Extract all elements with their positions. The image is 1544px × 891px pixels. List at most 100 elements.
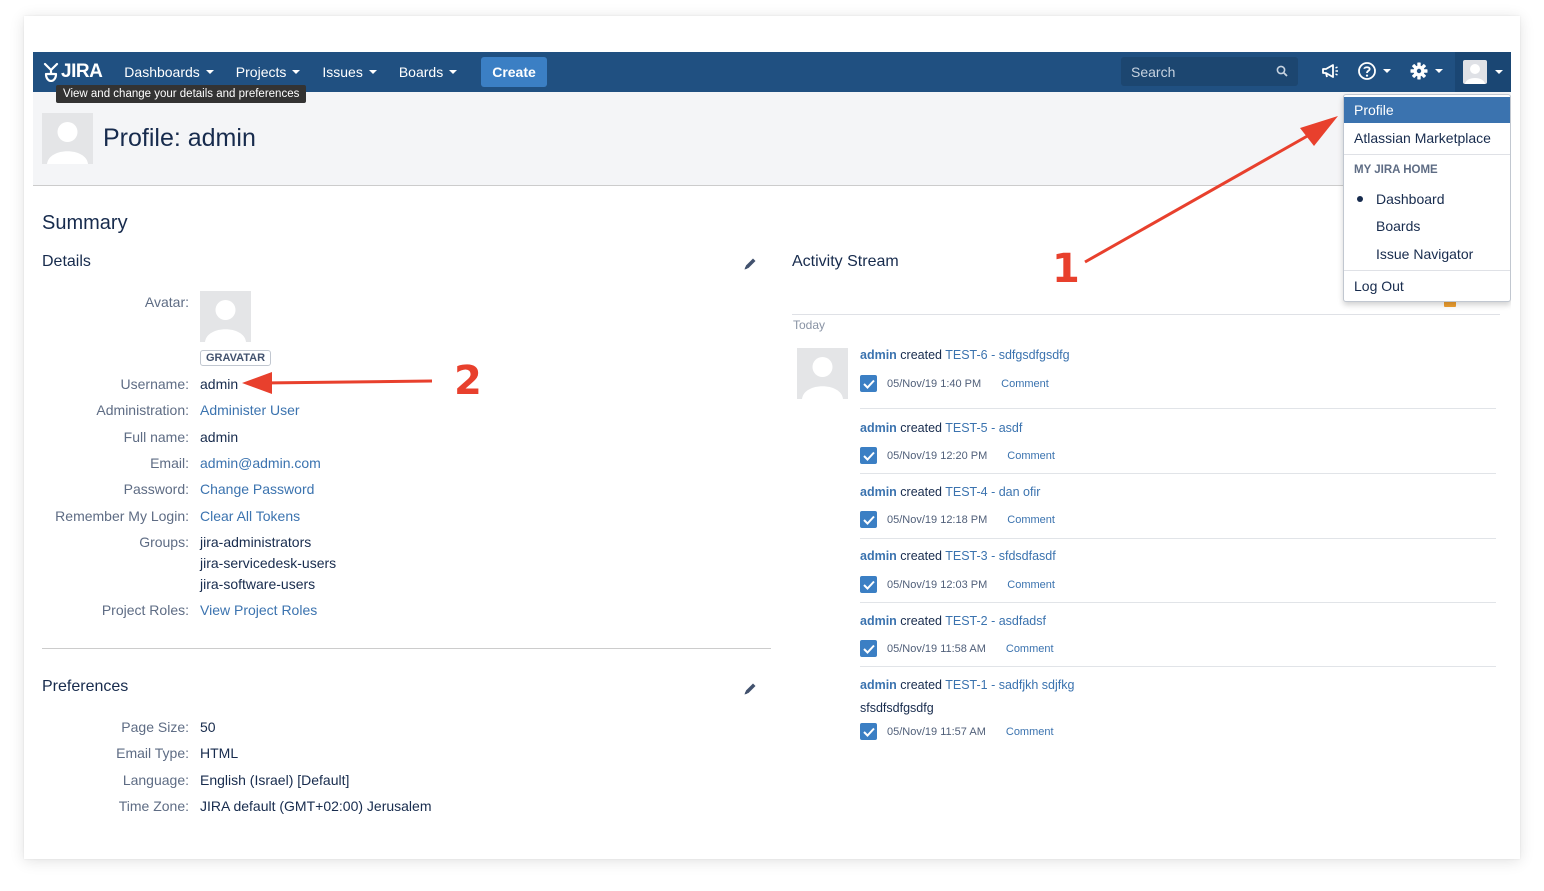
menu-item-atlassian-marketplace[interactable]: Atlassian Marketplace xyxy=(1344,125,1510,151)
create-button[interactable]: Create xyxy=(481,57,547,87)
activity-verb: created xyxy=(900,614,942,628)
edit-preferences-pencil-icon[interactable] xyxy=(742,681,758,697)
activity-user-link[interactable]: admin xyxy=(860,348,897,362)
jira-logo[interactable]: JIRA xyxy=(43,61,103,83)
activity-entry: admin created TEST-3 - sfdsdfasdf xyxy=(860,549,1056,563)
activity-user-link[interactable]: admin xyxy=(860,549,897,563)
time-zone-label: Time Zone: xyxy=(118,798,189,814)
annotation-number-1: 1 xyxy=(1052,246,1080,292)
nav-projects[interactable]: Projects xyxy=(236,64,301,80)
chevron-down-icon xyxy=(1495,70,1503,74)
chevron-down-icon xyxy=(1383,69,1391,73)
search-box xyxy=(1121,57,1298,86)
gravatar-badge[interactable]: GRAVATAR xyxy=(200,350,272,366)
nav-boards[interactable]: Boards xyxy=(398,64,458,80)
menu-separator xyxy=(1344,154,1510,155)
activity-user-link[interactable]: admin xyxy=(860,678,897,692)
user-menu-button[interactable] xyxy=(1455,52,1511,92)
activity-issue-link[interactable]: TEST-3 - sfdsdfasdf xyxy=(945,549,1055,563)
comment-link[interactable]: Comment xyxy=(1001,378,1049,390)
activity-issue-link[interactable]: TEST-6 - sdfgsdfgsdfg xyxy=(945,348,1069,362)
nav-boards-label: Boards xyxy=(398,64,444,80)
menu-item-dashboard-label: Dashboard xyxy=(1376,191,1445,207)
language-label: Language: xyxy=(122,772,189,788)
profile-header: Profile: admin xyxy=(33,92,1511,186)
activity-separator xyxy=(860,538,1496,539)
avatar xyxy=(1463,60,1487,84)
activity-entry: admin created TEST-2 - asdfadsf xyxy=(860,614,1046,628)
activity-issue-link[interactable]: TEST-5 - asdf xyxy=(945,421,1022,435)
comment-link[interactable]: Comment xyxy=(1006,726,1054,738)
task-checkbox-icon xyxy=(860,511,877,528)
settings-menu[interactable] xyxy=(1409,61,1443,81)
nav-dashboards[interactable]: Dashboards xyxy=(124,64,214,80)
my-jira-home-heading: MY JIRA HOME xyxy=(1354,164,1438,176)
menu-item-issue-navigator[interactable]: Issue Navigator xyxy=(1344,241,1510,267)
comment-link[interactable]: Comment xyxy=(1007,450,1055,462)
email-link[interactable]: admin@admin.com xyxy=(200,455,321,471)
activity-description: sfsdfsdfgsdfg xyxy=(860,701,934,715)
nav-issues[interactable]: Issues xyxy=(322,64,377,80)
activity-meta: 05/Nov/19 11:57 AM Comment xyxy=(860,723,1054,740)
activity-divider xyxy=(792,314,1500,315)
menu-item-log-out[interactable]: Log Out xyxy=(1344,273,1510,299)
activity-avatar xyxy=(797,348,848,399)
profile-avatar xyxy=(42,113,93,164)
activity-timestamp: 05/Nov/19 1:40 PM xyxy=(887,377,982,390)
help-menu[interactable] xyxy=(1357,61,1391,81)
activity-meta: 05/Nov/19 11:58 AM Comment xyxy=(860,640,1054,657)
comment-link[interactable]: Comment xyxy=(1007,514,1055,526)
user-placeholder-icon xyxy=(1465,64,1485,84)
search-icon[interactable] xyxy=(1276,65,1288,77)
activity-meta: 05/Nov/19 1:40 PM Comment xyxy=(860,375,1049,392)
menu-item-dashboard[interactable]: Dashboard xyxy=(1344,186,1510,212)
details-heading: Details xyxy=(42,253,91,270)
menu-item-profile[interactable]: Profile xyxy=(1344,97,1510,123)
page-title: Profile: admin xyxy=(103,124,256,152)
administer-user-link[interactable]: Administer User xyxy=(200,402,300,418)
comment-link[interactable]: Comment xyxy=(1007,579,1055,591)
avatar-label: Avatar: xyxy=(144,294,189,310)
activity-verb: created xyxy=(900,421,942,435)
page-size-label: Page Size: xyxy=(121,719,189,735)
chevron-down-icon xyxy=(205,70,214,74)
nav-dashboards-label: Dashboards xyxy=(124,64,200,80)
change-password-link[interactable]: Change Password xyxy=(200,481,314,497)
menu-item-boards[interactable]: Boards xyxy=(1344,213,1510,239)
activity-entry: admin created TEST-5 - asdf xyxy=(860,421,1022,435)
avatar-tooltip: View and change your details and prefere… xyxy=(56,85,307,103)
menu-separator xyxy=(1344,270,1510,271)
today-label: Today xyxy=(793,318,826,332)
feedback-megaphone-icon[interactable] xyxy=(1320,61,1340,81)
user-placeholder-icon xyxy=(47,122,88,164)
activity-user-link[interactable]: admin xyxy=(860,421,897,435)
activity-timestamp: 05/Nov/19 12:20 PM xyxy=(887,449,988,462)
password-label: Password: xyxy=(123,481,189,497)
jira-app: JIRA Dashboards Projects Issues Boards C… xyxy=(33,52,1511,842)
annotation-number-2: 2 xyxy=(454,358,482,404)
activity-entry: admin created TEST-4 - dan ofir xyxy=(860,485,1040,499)
activity-verb: created xyxy=(900,485,942,499)
activity-issue-link[interactable]: TEST-4 - dan ofir xyxy=(945,485,1040,499)
chevron-down-icon xyxy=(292,70,301,74)
activity-issue-link[interactable]: TEST-1 - sadfjkh sdjfkg xyxy=(945,678,1074,692)
activity-user-link[interactable]: admin xyxy=(860,485,897,499)
activity-issue-link[interactable]: TEST-2 - asdfadsf xyxy=(945,614,1046,628)
page-size-value: 50 xyxy=(200,719,216,735)
full-name-label: Full name: xyxy=(123,429,189,445)
activity-entry: admin created TEST-1 - sadfjkh sdjfkg xyxy=(860,678,1074,692)
activity-timestamp: 05/Nov/19 11:57 AM xyxy=(887,725,986,738)
administration-label: Administration: xyxy=(96,402,189,418)
activity-user-link[interactable]: admin xyxy=(860,614,897,628)
chevron-down-icon xyxy=(449,70,458,74)
comment-link[interactable]: Comment xyxy=(1006,643,1054,655)
search-input[interactable] xyxy=(1121,62,1266,81)
activity-meta: 05/Nov/19 12:18 PM Comment xyxy=(860,511,1055,528)
task-checkbox-icon xyxy=(860,640,877,657)
nav-projects-label: Projects xyxy=(235,64,287,80)
edit-details-pencil-icon[interactable] xyxy=(742,256,758,272)
activity-meta: 05/Nov/19 12:03 PM Comment xyxy=(860,576,1055,593)
help-icon xyxy=(1358,62,1376,80)
view-project-roles-link[interactable]: View Project Roles xyxy=(200,602,317,618)
clear-tokens-link[interactable]: Clear All Tokens xyxy=(200,508,300,524)
